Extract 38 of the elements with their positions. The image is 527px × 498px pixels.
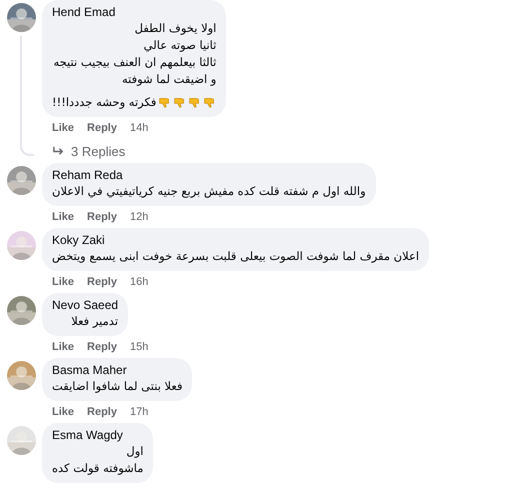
- like-link[interactable]: Like: [52, 276, 74, 288]
- thumbs-down-icon: [203, 96, 216, 109]
- thumbs-down-icon: [188, 96, 202, 109]
- timestamp[interactable]: 12h: [130, 211, 148, 223]
- comment-text: و اضيقت لما شوفته: [122, 71, 216, 88]
- like-link[interactable]: Like: [52, 211, 74, 223]
- author-name[interactable]: Koky Zaki: [52, 233, 105, 248]
- comment-text: اولا يخوف الطفل: [134, 20, 216, 37]
- like-link[interactable]: Like: [52, 341, 74, 353]
- timestamp[interactable]: 14h: [130, 122, 148, 134]
- comment-text: ماشوفته قولت كده: [52, 460, 144, 477]
- like-link[interactable]: Like: [52, 406, 74, 418]
- timestamp[interactable]: 16h: [130, 276, 148, 288]
- reply-link[interactable]: Reply: [87, 122, 117, 134]
- author-name[interactable]: Esma Wagdy: [52, 428, 123, 443]
- thumbs-down-icon: [173, 96, 186, 109]
- reply-link[interactable]: Reply: [87, 276, 117, 288]
- comment-text: اول: [126, 443, 144, 460]
- view-replies-link[interactable]: 3 Replies: [71, 144, 126, 158]
- reply-link[interactable]: Reply: [87, 341, 117, 353]
- comment-text: ثالثا بيعلمهم ان العنف بيجيب نتيجه: [53, 54, 216, 71]
- reply-arrow-icon: [52, 146, 65, 156]
- comment-text: تدمير فعلا: [71, 313, 118, 330]
- comment-text: فكرته وحشه جدددا!!!: [52, 94, 156, 111]
- author-name[interactable]: Hend Emad: [52, 5, 116, 20]
- reply-link[interactable]: Reply: [87, 211, 117, 223]
- comment-text: فعلا بنتى لما شافوا اضايقت: [52, 378, 182, 395]
- reply-link[interactable]: Reply: [87, 406, 117, 418]
- comment-text: اعلان مقرف لما شوفت الصوت بيعلى قلبت بسرعة خوفت ابنى يسمع ويتخض: [52, 248, 420, 265]
- comment-text: ثانيا صوته عالي: [144, 37, 216, 54]
- comment-text: والله اول م شفته قلت كده مفيش بربع جنيه كرياتيفيتي في الاعلان: [52, 183, 366, 200]
- timestamp[interactable]: 17h: [130, 406, 148, 418]
- author-name[interactable]: Basma Maher: [52, 363, 127, 378]
- timestamp[interactable]: 15h: [130, 341, 148, 353]
- author-name[interactable]: Reham Reda: [52, 168, 123, 183]
- like-link[interactable]: Like: [52, 122, 74, 134]
- thumbs-down-icon: [158, 96, 172, 109]
- author-name[interactable]: Nevo Saeed: [52, 298, 118, 313]
